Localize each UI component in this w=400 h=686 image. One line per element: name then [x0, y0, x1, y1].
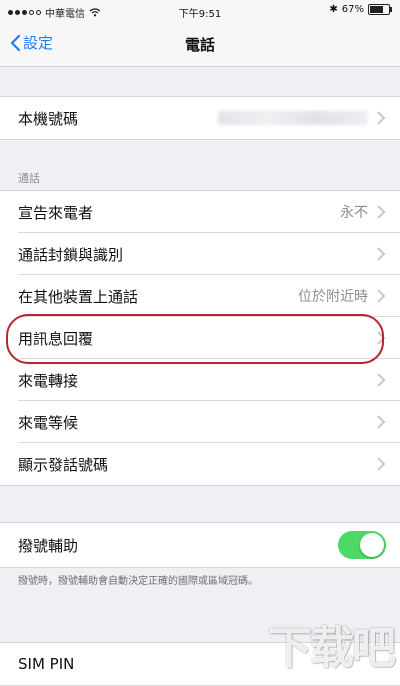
- row-label: 在其他裝置上通話: [18, 287, 139, 306]
- calls-group: 宣告來電者 永不 通話封鎖與識別 在其他裝置上通話 位於附近時 用訊息回覆 來電…: [0, 190, 400, 486]
- chevron-right-icon: [377, 373, 386, 387]
- call-forwarding-row[interactable]: 來電轉接: [0, 359, 400, 401]
- my-number-label: 本機號碼: [18, 109, 79, 128]
- row-value: 永不: [340, 205, 368, 221]
- chevron-right-icon: [377, 205, 386, 219]
- chevron-right-icon: [377, 457, 386, 471]
- row-label: 宣告來電者: [18, 203, 94, 222]
- chevron-right-icon: [377, 247, 386, 261]
- my-number-row[interactable]: 本機號碼: [0, 97, 400, 139]
- call-waiting-row[interactable]: 來電等候: [0, 401, 400, 443]
- status-bar: 中華電信 下午9:51 ✱ 67%: [0, 0, 400, 22]
- dial-assist-toggle[interactable]: [338, 531, 386, 559]
- battery-fill: [370, 6, 384, 13]
- row-label: 用訊息回覆: [18, 329, 94, 348]
- dial-assist-footer: 撥號時，撥號輔助會自動決定正確的國際或區域冠碼。: [18, 576, 258, 587]
- dial-assist-label: 撥號輔助: [18, 536, 79, 555]
- row-label: 來電轉接: [18, 371, 79, 390]
- row-label: 通話封鎖與識別: [18, 245, 124, 264]
- show-caller-id-row[interactable]: 顯示發話號碼: [0, 443, 400, 485]
- chevron-right-icon: [377, 289, 386, 303]
- row-label: 來電等候: [18, 413, 79, 432]
- dial-assist-row: 撥號輔助: [0, 523, 400, 567]
- row-label: 顯示發話號碼: [18, 455, 109, 474]
- watermark-logo: 下载吧: [268, 623, 396, 674]
- my-number-value-redacted: [218, 111, 368, 125]
- page-title: 電話: [184, 36, 215, 54]
- my-number-group: 本機號碼: [0, 96, 400, 140]
- navigation-bar: 設定 電話: [0, 22, 400, 67]
- calls-on-other-devices-row[interactable]: 在其他裝置上通話 位於附近時: [0, 275, 400, 317]
- chevron-right-icon: [377, 415, 386, 429]
- call-blocking-row[interactable]: 通話封鎖與識別: [0, 233, 400, 275]
- battery-icon: [368, 4, 392, 15]
- dial-assist-group: 撥號輔助: [0, 522, 400, 568]
- battery-percent: 67%: [341, 4, 364, 15]
- calls-section-header: 通話: [18, 172, 40, 185]
- status-right: ✱ 67%: [329, 4, 392, 15]
- toggle-knob: [360, 533, 384, 557]
- announce-calls-row[interactable]: 宣告來電者 永不: [0, 191, 400, 233]
- respond-with-text-row[interactable]: 用訊息回覆: [0, 317, 400, 359]
- row-value: 位於附近時: [298, 289, 368, 305]
- bluetooth-icon: ✱: [329, 4, 338, 15]
- chevron-right-icon: [377, 111, 386, 125]
- chevron-right-icon: [377, 331, 386, 345]
